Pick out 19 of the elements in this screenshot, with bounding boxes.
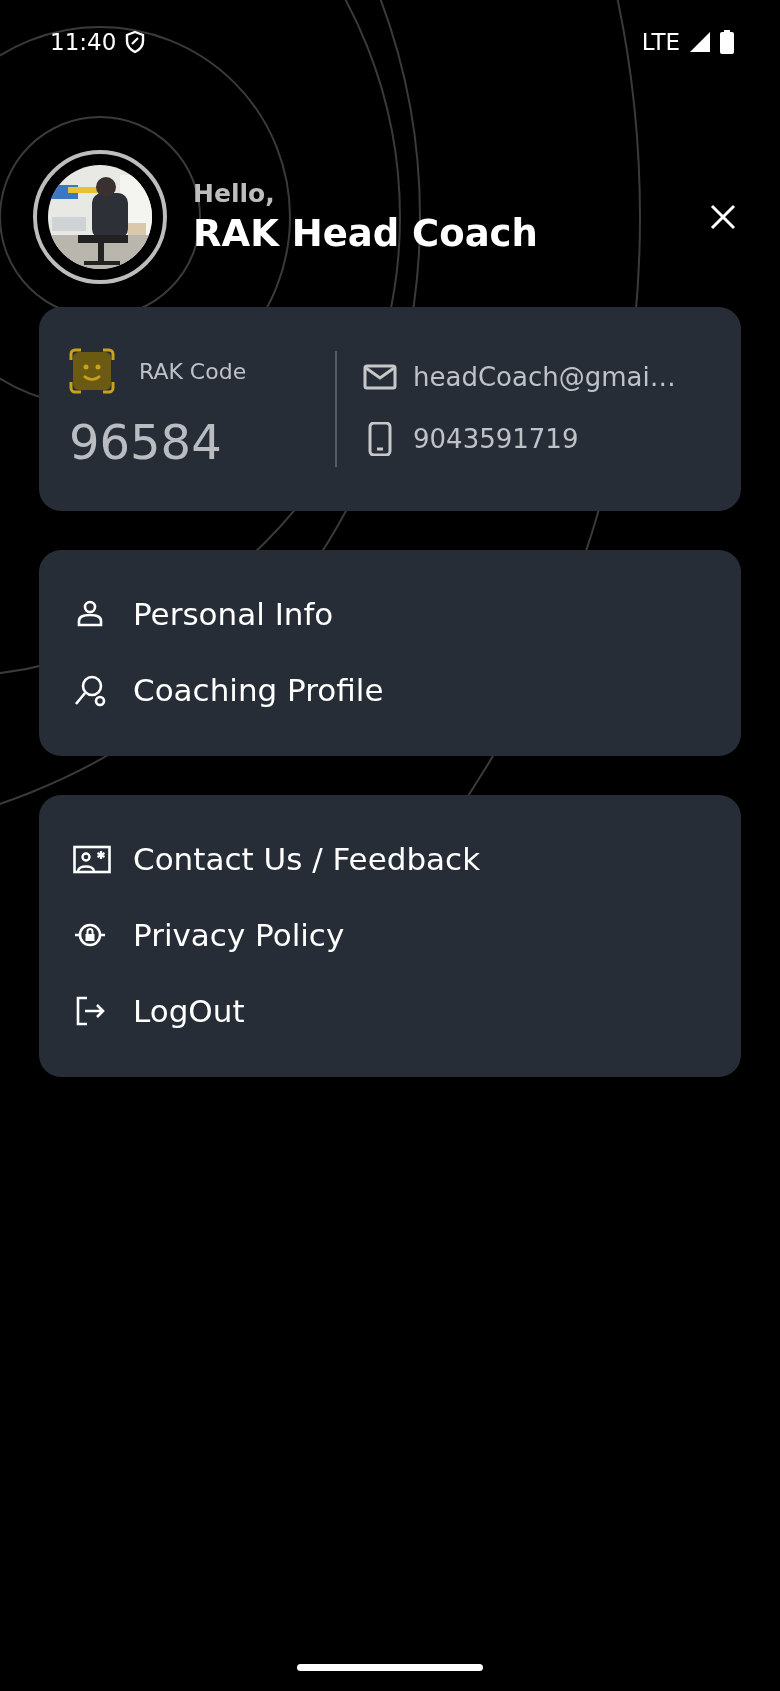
menu-item[interactable]: Coaching Profile xyxy=(73,652,741,728)
battery-icon xyxy=(720,30,734,54)
clock-time: 11:40 xyxy=(50,29,117,55)
code-value: 96584 xyxy=(69,414,223,470)
shield-icon xyxy=(124,30,147,54)
phone-number: 9043591719 xyxy=(413,424,579,454)
email-text: headCoach@gmai… xyxy=(413,362,676,392)
network-label: LTE xyxy=(641,29,680,55)
menu-item[interactable]: Privacy Policy xyxy=(73,897,741,973)
menu-item[interactable]: Contact Us / Feedback xyxy=(73,821,741,897)
greeting-text: Hello, xyxy=(193,179,276,208)
close-icon xyxy=(710,204,736,230)
signal-icon xyxy=(688,30,712,54)
smiley-icon xyxy=(69,348,115,394)
code-label: RAK Code xyxy=(139,358,247,384)
user-name: RAK Head Coach xyxy=(193,212,539,255)
mail-icon xyxy=(363,364,397,390)
menu-item[interactable]: Personal Info xyxy=(73,576,741,652)
menu-item[interactable]: LogOut xyxy=(73,973,741,1049)
